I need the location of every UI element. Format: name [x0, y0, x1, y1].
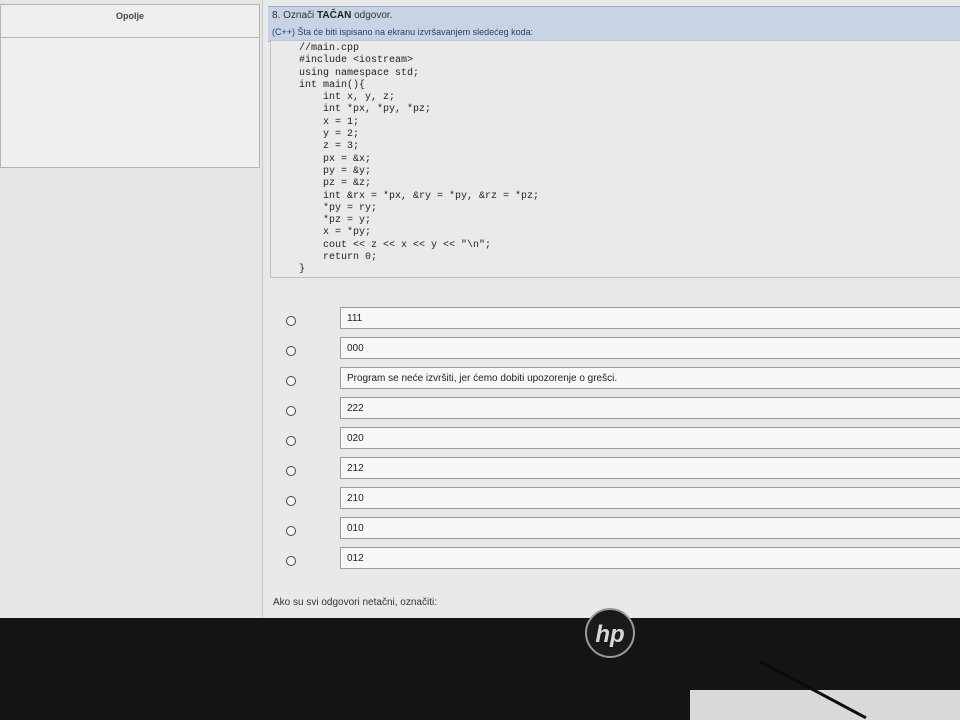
answer-radio[interactable] [286, 466, 296, 476]
answer-radio[interactable] [286, 436, 296, 446]
code-line: y = 2; [299, 129, 360, 141]
question-subtitle: (C++) Šta će biti ispisano na ekranu izv… [272, 27, 534, 37]
code-line: cout << z << x << y << "\n"; [299, 239, 492, 251]
code-line: using namespace std; [299, 67, 420, 79]
answer-text[interactable]: 212 [340, 457, 960, 479]
code-line: *pz = y; [299, 215, 372, 227]
code-line: return 0; [299, 252, 378, 264]
answer-option[interactable]: 222 [280, 394, 960, 424]
code-line: *py = ry; [299, 202, 378, 214]
answer-list: 111 000 Program se neće izvršiti, jer ćemo… [280, 304, 960, 574]
code-line: #include <iostream> [299, 55, 414, 67]
answer-option[interactable]: 012 [280, 544, 960, 574]
sidebar-header: Opolje [1, 5, 259, 38]
answer-option[interactable]: 212 [280, 454, 960, 484]
question-title-suffix: odgovor. [354, 10, 393, 21]
code-listing: //main.cpp #include <iostream> using nam… [299, 43, 539, 277]
answer-option[interactable]: 000 [280, 334, 960, 364]
answer-radio[interactable] [286, 526, 296, 536]
code-line: int main(){ [299, 79, 366, 91]
answer-radio[interactable] [286, 556, 296, 566]
answer-radio[interactable] [286, 406, 296, 416]
answer-radio[interactable] [286, 346, 296, 356]
answer-text[interactable]: Program se neće izvršiti, jer ćemo dobit… [340, 367, 960, 389]
code-block: //main.cpp #include <iostream> using nam… [270, 40, 960, 278]
code-line: z = 3; [299, 141, 360, 153]
answer-option[interactable]: 010 [280, 514, 960, 544]
answer-option[interactable]: 210 [280, 484, 960, 514]
code-line: x = 1; [299, 116, 360, 128]
answer-text[interactable]: 210 [340, 487, 960, 509]
code-line: int x, y, z; [299, 92, 396, 104]
answer-text[interactable]: 000 [340, 337, 960, 359]
sidebar-box: Opolje [0, 4, 260, 168]
code-line: //main.cpp [299, 43, 360, 54]
code-line: } [299, 264, 306, 276]
answer-text[interactable]: 222 [340, 397, 960, 419]
code-line: px = &x; [299, 153, 372, 165]
question-header: 8. Označi TAČAN odgovor. (C++) Šta će bi… [268, 6, 960, 42]
panel-divider [262, 0, 263, 618]
answer-text[interactable]: 111 [340, 307, 960, 329]
answer-text[interactable]: 012 [340, 547, 960, 569]
monitor-screen: Opolje 8. Označi TAČAN odgovor. (C++) Št… [0, 0, 960, 618]
answer-radio[interactable] [286, 316, 296, 326]
code-line: pz = &z; [299, 178, 372, 190]
code-line: int &rx = *px, &ry = *py, &rz = *pz; [299, 190, 540, 202]
code-line: py = &y; [299, 165, 372, 177]
answer-option[interactable]: Program se neće izvršiti, jer ćemo dobit… [280, 364, 960, 394]
answer-option[interactable]: 020 [280, 424, 960, 454]
question-title: 8. Označi TAČAN odgovor. [272, 10, 392, 21]
answer-radio[interactable] [286, 496, 296, 506]
question-title-prefix: 8. Označi [272, 10, 315, 21]
code-line: x = *py; [299, 227, 372, 239]
code-line: int *px, *py, *pz; [299, 104, 432, 116]
answer-option[interactable]: 111 [280, 304, 960, 334]
answer-text[interactable]: 010 [340, 517, 960, 539]
left-sidebar: Opolje [0, 0, 262, 618]
question-title-emphasis: TAČAN [317, 10, 352, 21]
answer-radio[interactable] [286, 376, 296, 386]
hp-logo: hp [585, 608, 635, 658]
answer-text[interactable]: 020 [340, 427, 960, 449]
footer-instruction: Ako su svi odgovori netačni, označiti: [273, 597, 437, 608]
